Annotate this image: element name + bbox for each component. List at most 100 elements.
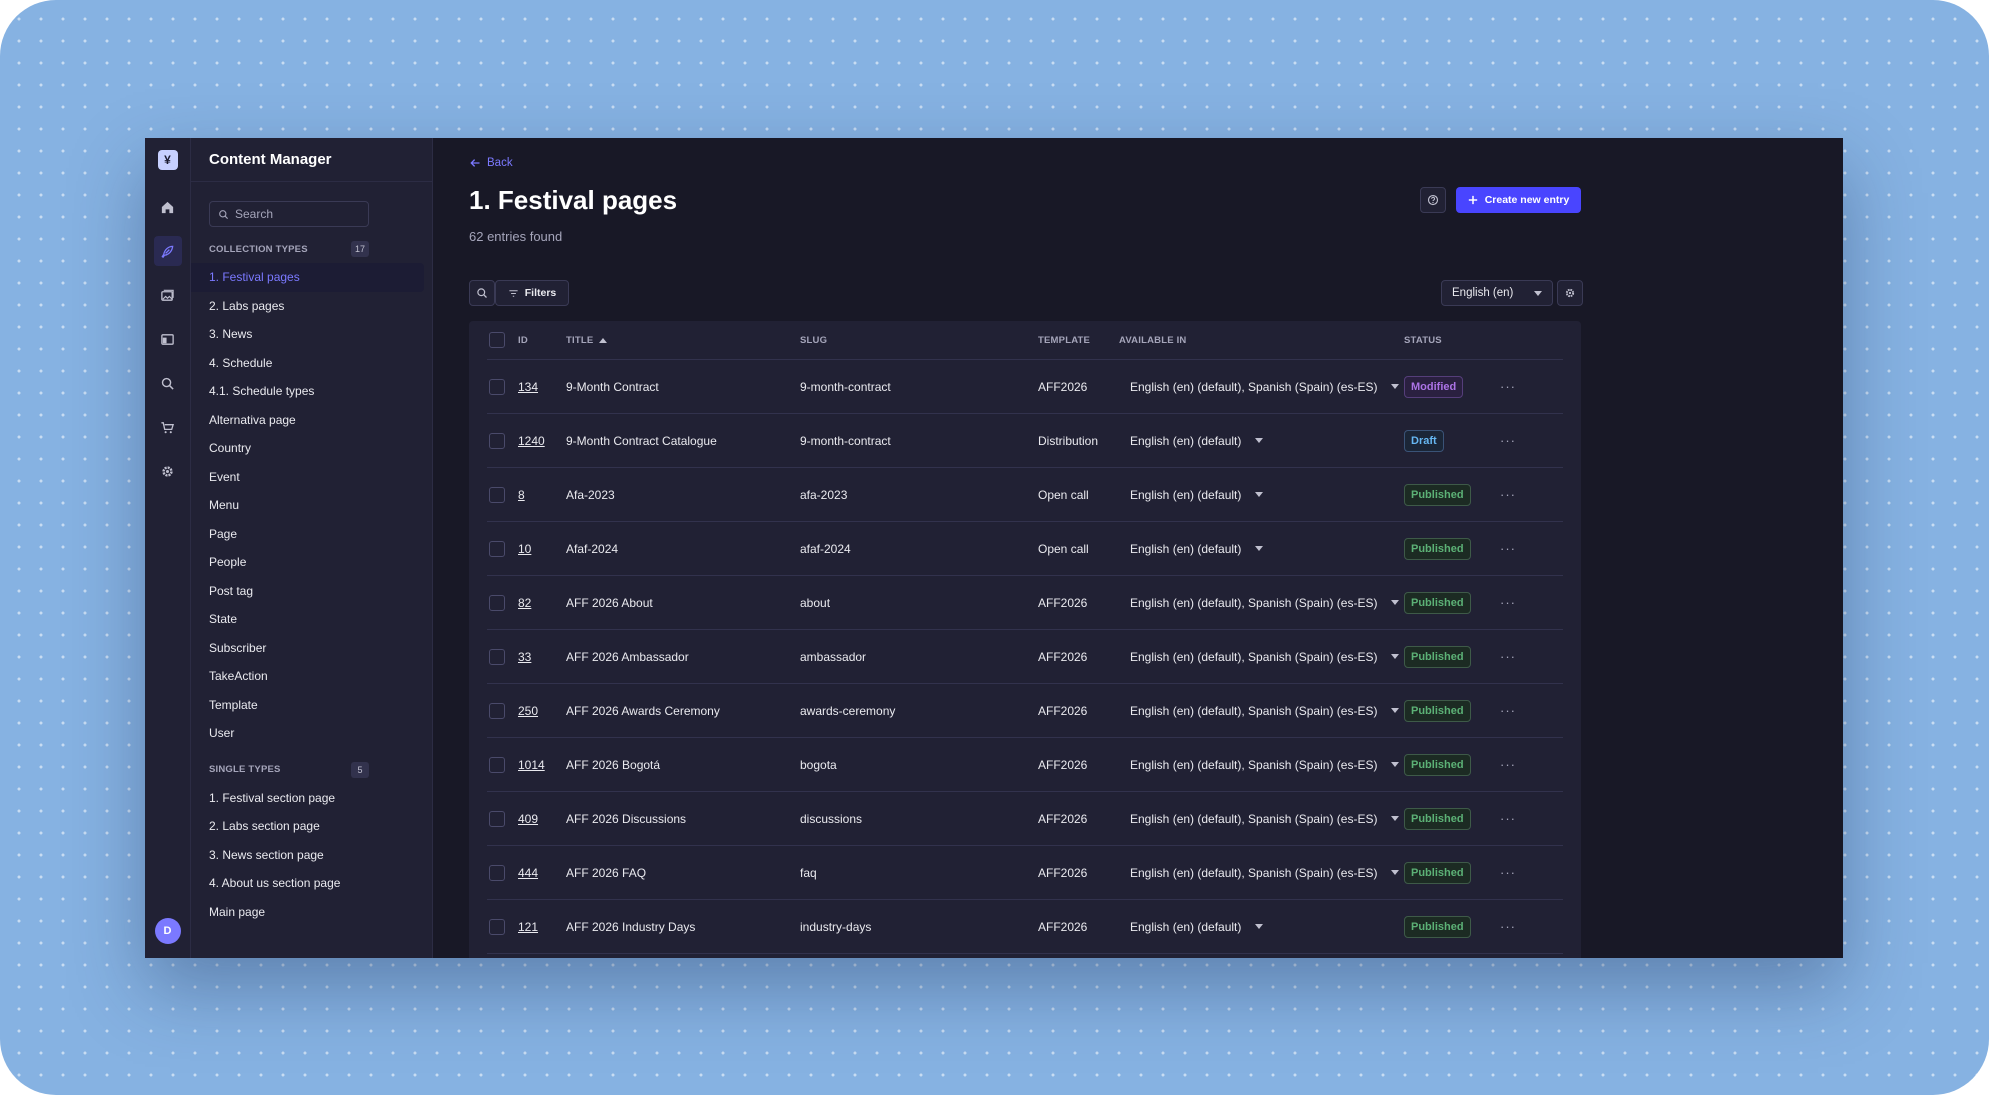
more-actions-icon[interactable]: ···: [1500, 541, 1516, 556]
more-actions-icon[interactable]: ···: [1500, 919, 1516, 934]
row-id-link[interactable]: 33: [518, 650, 531, 664]
sidebar-item-state[interactable]: State: [191, 605, 424, 634]
column-header-title[interactable]: TITLE: [566, 321, 608, 359]
row-available-in[interactable]: English (en) (default): [1130, 468, 1264, 521]
locale-select[interactable]: English (en): [1441, 280, 1553, 306]
table-row[interactable]: 10 Afaf-2024 afaf-2024 Open call English…: [487, 522, 1563, 576]
sidebar-item-about-us-section-page[interactable]: 4. About us section page: [191, 869, 424, 898]
table-row[interactable]: 8 Afa-2023 afa-2023 Open call English (e…: [487, 468, 1563, 522]
row-id-link[interactable]: 121: [518, 920, 538, 934]
sidebar-item-news-section-page[interactable]: 3. News section page: [191, 841, 424, 870]
app-logo[interactable]: ¥: [157, 150, 178, 170]
row-checkbox[interactable]: [489, 540, 505, 557]
table-row[interactable]: 1014 AFF 2026 Bogotá bogota AFF2026 Engl…: [487, 738, 1563, 792]
layout-icon[interactable]: [154, 324, 182, 354]
row-id-link[interactable]: 134: [518, 380, 538, 394]
table-row[interactable]: 409 AFF 2026 Discussions discussions AFF…: [487, 792, 1563, 846]
sidebar-item-news[interactable]: 3. News: [191, 320, 424, 349]
table-row[interactable]: 250 AFF 2026 Awards Ceremony awards-cere…: [487, 684, 1563, 738]
sidebar-item-menu[interactable]: Menu: [191, 491, 424, 520]
row-available-in[interactable]: English (en) (default), Spanish (Spain) …: [1130, 738, 1400, 791]
row-available-in[interactable]: English (en) (default): [1130, 522, 1264, 575]
home-icon[interactable]: [154, 192, 182, 222]
table-search-button[interactable]: [469, 280, 495, 306]
row-available-in[interactable]: English (en) (default), Spanish (Spain) …: [1130, 360, 1400, 413]
feather-icon[interactable]: [153, 236, 182, 266]
row-checkbox[interactable]: [489, 864, 505, 881]
more-actions-icon[interactable]: ···: [1500, 757, 1516, 772]
table-row[interactable]: 121 AFF 2026 Industry Days industry-days…: [487, 900, 1563, 954]
user-avatar[interactable]: D: [154, 918, 181, 944]
row-checkbox[interactable]: [489, 486, 505, 503]
row-checkbox[interactable]: [489, 702, 505, 719]
select-all-checkbox[interactable]: [489, 332, 505, 348]
sidebar-item-schedule-types[interactable]: 4.1. Schedule types: [191, 377, 424, 406]
sidebar-item-labs-section-page[interactable]: 2. Labs section page: [191, 812, 424, 841]
more-actions-icon[interactable]: ···: [1500, 703, 1516, 718]
sidebar-item-festival-section-page[interactable]: 1. Festival section page: [191, 784, 424, 813]
table-row[interactable]: 444 AFF 2026 FAQ faq AFF2026 English (en…: [487, 846, 1563, 900]
table-row[interactable]: 134 9-Month Contract 9-month-contract AF…: [487, 360, 1563, 414]
row-available-in[interactable]: English (en) (default), Spanish (Spain) …: [1130, 630, 1400, 683]
row-checkbox[interactable]: [489, 432, 505, 449]
row-status-cell: Published: [1404, 576, 1471, 629]
sidebar-search-input[interactable]: Search: [209, 201, 369, 227]
gear-icon[interactable]: [154, 456, 182, 486]
row-checkbox[interactable]: [489, 378, 505, 395]
sidebar-item-people[interactable]: People: [191, 548, 424, 577]
sidebar-item-alternativa-page[interactable]: Alternativa page: [191, 406, 424, 435]
images-icon[interactable]: [154, 280, 182, 310]
search-icon[interactable]: [154, 368, 182, 398]
help-button[interactable]: [1420, 187, 1446, 213]
more-actions-icon[interactable]: ···: [1500, 865, 1516, 880]
table-row[interactable]: 1240 9-Month Contract Catalogue 9-month-…: [487, 414, 1563, 468]
cart-icon[interactable]: [154, 412, 182, 442]
column-header-template[interactable]: TEMPLATE: [1038, 321, 1090, 359]
more-actions-icon[interactable]: ···: [1500, 649, 1516, 664]
column-header-slug[interactable]: SLUG: [800, 321, 827, 359]
back-link[interactable]: Back: [469, 157, 513, 169]
table-row[interactable]: 33 AFF 2026 Ambassador ambassador AFF202…: [487, 630, 1563, 684]
row-checkbox[interactable]: [489, 648, 505, 665]
row-id-link[interactable]: 444: [518, 866, 538, 880]
column-header-id[interactable]: ID: [518, 321, 528, 359]
sidebar-item-subscriber[interactable]: Subscriber: [191, 634, 424, 663]
row-id-link[interactable]: 409: [518, 812, 538, 826]
sidebar-item-country[interactable]: Country: [191, 434, 424, 463]
sidebar-item-post-tag[interactable]: Post tag: [191, 577, 424, 606]
more-actions-icon[interactable]: ···: [1500, 433, 1516, 448]
more-actions-icon[interactable]: ···: [1500, 811, 1516, 826]
sidebar-item-labs-pages[interactable]: 2. Labs pages: [191, 292, 424, 321]
row-available-in[interactable]: English (en) (default), Spanish (Spain) …: [1130, 576, 1400, 629]
row-available-in[interactable]: English (en) (default), Spanish (Spain) …: [1130, 846, 1400, 899]
sidebar-item-festival-pages[interactable]: 1. Festival pages: [191, 263, 424, 292]
row-id-link[interactable]: 250: [518, 704, 538, 718]
sidebar-item-event[interactable]: Event: [191, 463, 424, 492]
table-row[interactable]: 82 AFF 2026 About about AFF2026 English …: [487, 576, 1563, 630]
more-actions-icon[interactable]: ···: [1500, 595, 1516, 610]
row-checkbox[interactable]: [489, 594, 505, 611]
view-settings-button[interactable]: [1557, 280, 1583, 306]
row-checkbox[interactable]: [489, 756, 505, 773]
row-id-link[interactable]: 1240: [518, 434, 545, 448]
row-checkbox[interactable]: [489, 918, 505, 935]
row-id-link[interactable]: 82: [518, 596, 531, 610]
sidebar-item-page[interactable]: Page: [191, 520, 424, 549]
sidebar-item-takeaction[interactable]: TakeAction: [191, 662, 424, 691]
row-available-in[interactable]: English (en) (default), Spanish (Spain) …: [1130, 684, 1400, 737]
row-checkbox[interactable]: [489, 810, 505, 827]
row-available-in[interactable]: English (en) (default): [1130, 900, 1264, 953]
more-actions-icon[interactable]: ···: [1500, 487, 1516, 502]
create-new-entry-button[interactable]: Create new entry: [1456, 187, 1581, 213]
sidebar-item-template[interactable]: Template: [191, 691, 424, 720]
row-id-link[interactable]: 1014: [518, 758, 545, 772]
row-available-in[interactable]: English (en) (default): [1130, 414, 1264, 467]
sidebar-item-user[interactable]: User: [191, 719, 424, 748]
more-actions-icon[interactable]: ···: [1500, 379, 1516, 394]
row-id-link[interactable]: 10: [518, 542, 531, 556]
filters-button[interactable]: Filters: [495, 280, 569, 306]
row-id-link[interactable]: 8: [518, 488, 525, 502]
row-available-in[interactable]: English (en) (default), Spanish (Spain) …: [1130, 792, 1400, 845]
sidebar-item-schedule[interactable]: 4. Schedule: [191, 349, 424, 378]
sidebar-item-main-page[interactable]: Main page: [191, 898, 424, 927]
